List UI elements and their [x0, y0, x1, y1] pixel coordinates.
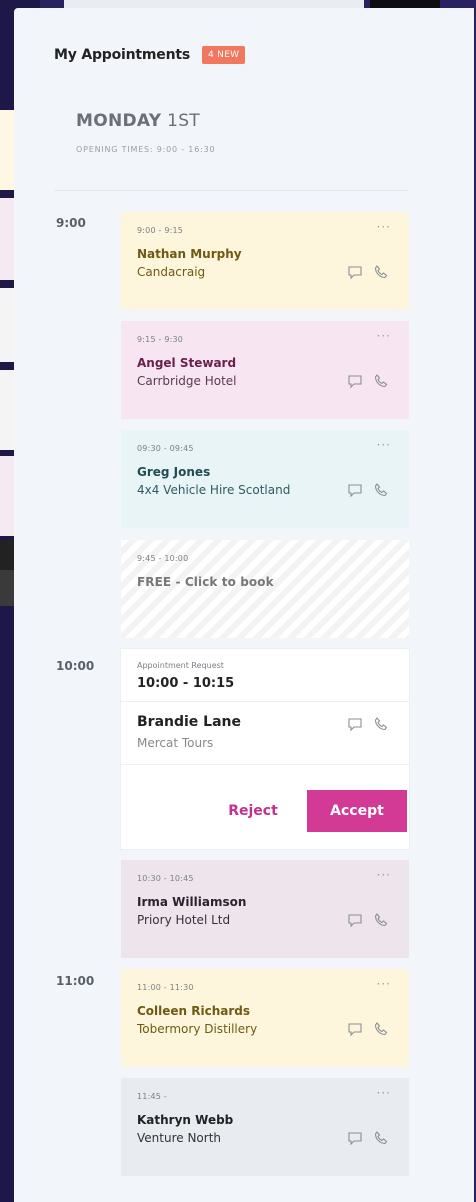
more-menu-icon[interactable]: ··· — [377, 438, 391, 452]
message-icon[interactable] — [347, 912, 363, 928]
phone-icon[interactable] — [373, 482, 389, 498]
message-icon[interactable] — [347, 1130, 363, 1146]
appointment-time: 10:30 - 10:45 — [137, 874, 194, 883]
divider — [54, 190, 408, 191]
appointment-name: Nathan Murphy — [137, 247, 242, 261]
card-actions — [347, 482, 389, 498]
request-label: Appointment Request — [137, 661, 224, 670]
message-icon[interactable] — [347, 716, 363, 732]
day-title: MONDAY 1ST — [76, 111, 200, 131]
request-buttons: Reject Accept — [199, 790, 409, 832]
panel-title: My Appointments — [54, 47, 190, 63]
appointment-request-card: Appointment Request 10:00 - 10:15 Brandi… — [121, 649, 409, 849]
appointment-card[interactable]: 9:15 - 9:30 Angel Steward Carrbridge Hot… — [121, 321, 409, 419]
panel-header: My Appointments 4 NEW — [54, 46, 246, 64]
new-badge[interactable]: 4 NEW — [201, 46, 246, 64]
card-actions — [347, 1021, 389, 1037]
message-icon[interactable] — [347, 1021, 363, 1037]
appointments-panel: My Appointments 4 NEW MONDAY 1ST OPENING… — [14, 8, 474, 1202]
hour-label: 11:00 — [56, 974, 95, 988]
day-date: 1ST — [167, 111, 200, 131]
more-menu-icon[interactable]: ··· — [377, 868, 391, 882]
message-icon[interactable] — [347, 264, 363, 280]
appointment-name: Greg Jones — [137, 465, 211, 479]
phone-icon[interactable] — [373, 716, 389, 732]
phone-icon[interactable] — [373, 912, 389, 928]
appointment-time: 11:00 - 11:30 — [137, 983, 194, 992]
appointment-time: 9:00 - 9:15 — [137, 226, 184, 235]
card-actions — [347, 264, 389, 280]
phone-icon[interactable] — [373, 1021, 389, 1037]
card-actions — [347, 373, 389, 389]
free-slot-time: 9:45 - 10:00 — [137, 554, 189, 563]
request-org: Mercat Tours — [137, 736, 214, 750]
phone-icon[interactable] — [373, 264, 389, 280]
appointment-card[interactable]: 09:30 - 09:45 Greg Jones 4x4 Vehicle Hir… — [121, 430, 409, 528]
appointment-card[interactable]: 11:45 - Kathryn Webb Venture North ··· — [121, 1078, 409, 1176]
accept-button[interactable]: Accept — [307, 790, 407, 832]
appointment-card[interactable]: 9:00 - 9:15 Nathan Murphy Candacraig ··· — [121, 212, 409, 310]
appointment-name: Kathryn Webb — [137, 1113, 234, 1127]
phone-icon[interactable] — [373, 1130, 389, 1146]
appointment-name: Colleen Richards — [137, 1004, 251, 1018]
phone-icon[interactable] — [373, 373, 389, 389]
card-actions — [347, 912, 389, 928]
free-slot-label: FREE - Click to book — [137, 575, 274, 589]
more-menu-icon[interactable]: ··· — [377, 220, 391, 234]
hour-label: 9:00 — [56, 216, 86, 230]
day-name: MONDAY — [76, 111, 162, 131]
appointment-name: Irma Williamson — [137, 895, 247, 909]
request-time: 10:00 - 10:15 — [137, 676, 235, 691]
appointment-name: Angel Steward — [137, 356, 237, 370]
appointment-time: 11:45 - — [137, 1092, 167, 1101]
more-menu-icon[interactable]: ··· — [377, 329, 391, 343]
appointment-time: 09:30 - 09:45 — [137, 444, 194, 453]
message-icon[interactable] — [347, 482, 363, 498]
appointment-time: 9:15 - 9:30 — [137, 335, 184, 344]
card-actions — [347, 1130, 389, 1146]
reject-button[interactable]: Reject — [199, 790, 307, 832]
appointment-card[interactable]: 11:00 - 11:30 Colleen Richards Tobermory… — [121, 969, 409, 1067]
free-slot[interactable]: 9:45 - 10:00 FREE - Click to book — [121, 540, 409, 638]
more-menu-icon[interactable]: ··· — [377, 1086, 391, 1100]
message-icon[interactable] — [347, 373, 363, 389]
more-menu-icon[interactable]: ··· — [377, 977, 391, 991]
opening-times: OPENING TIMES: 9:00 - 16:30 — [76, 145, 216, 154]
appointment-card[interactable]: 10:30 - 10:45 Irma Williamson Priory Hot… — [121, 860, 409, 958]
hour-label: 10:00 — [56, 659, 95, 673]
request-actions — [347, 716, 389, 732]
